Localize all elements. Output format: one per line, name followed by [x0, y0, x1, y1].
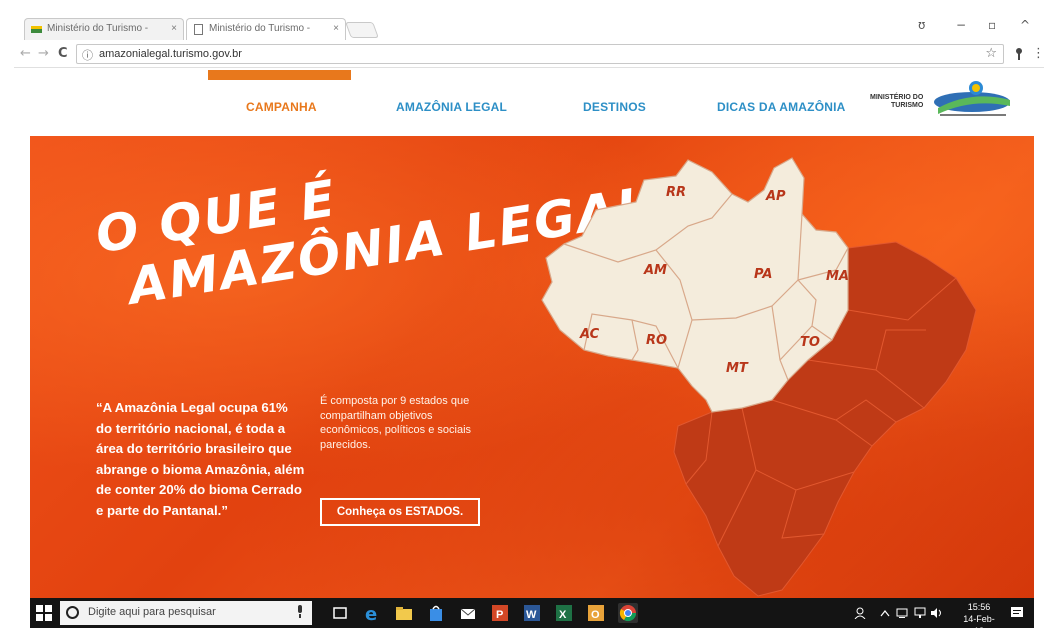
hero-description: É composta por 9 estados que compartilha…	[320, 395, 472, 451]
tab-close-icon[interactable]: ×	[171, 19, 177, 39]
ministry-line2: TURISMO	[891, 102, 924, 109]
clock-time: 15:56	[967, 602, 991, 612]
state-label-rr[interactable]: RR	[666, 185, 686, 200]
nav-campanha[interactable]: CAMPANHA	[246, 100, 317, 114]
svg-text:X: X	[559, 609, 567, 621]
state-label-ap[interactable]: AP	[765, 189, 786, 204]
new-tab-button[interactable]	[345, 22, 379, 38]
clock-date: 14-Feb-18	[963, 614, 995, 636]
cortana-icon	[66, 606, 79, 619]
browser-window: Ministério do Turismo - × Ministério do …	[0, 0, 1051, 636]
state-label-to[interactable]: TO	[800, 335, 820, 350]
taskbar-clock[interactable]: 15:56 14-Feb-18	[962, 601, 996, 637]
people-icon[interactable]	[854, 607, 866, 619]
user-icon[interactable]: ʊ	[918, 18, 925, 32]
brasil-logo[interactable]	[932, 78, 1014, 122]
svg-text:P: P	[496, 609, 503, 621]
menu-icon[interactable]: ⋮	[1032, 46, 1045, 61]
extension-icon[interactable]	[1014, 47, 1024, 61]
site-header: CAMPANHA AMAZÔNIA LEGAL DESTINOS DICAS D…	[14, 68, 1044, 136]
reload-icon[interactable]: C	[58, 46, 68, 61]
svg-text:e: e	[365, 604, 377, 623]
browser-toolbar: ← → C ⓘ amazonialegal.turismo.gov.br ☆ ⋮	[14, 42, 1045, 68]
mail-icon[interactable]	[458, 603, 478, 623]
outlook-icon[interactable]: O	[586, 603, 606, 623]
file-explorer-icon[interactable]	[394, 603, 414, 623]
info-icon[interactable]: ⓘ	[82, 47, 93, 63]
windows-start-icon[interactable]	[36, 605, 52, 621]
notifications-icon[interactable]	[1010, 606, 1024, 620]
windows-taskbar: Digite aqui para pesquisar e P W X O 15:…	[30, 598, 1034, 636]
amazonia-legal-map[interactable]: RR AP AM PA MA AC RO MT TO	[536, 150, 1034, 598]
tab-title: Ministério do Turismo -	[209, 23, 311, 34]
word-icon[interactable]: W	[522, 603, 542, 623]
nav-dicas-da-amazonia[interactable]: DICAS DA AMAZÔNIA	[717, 100, 846, 114]
site-favicon-icon	[31, 26, 42, 33]
taskbar-search-input[interactable]: Digite aqui para pesquisar	[60, 601, 312, 625]
close-window-button[interactable]: ^	[1020, 18, 1030, 32]
hero-quote: “A Amazônia Legal ocupa 61% do territóri…	[96, 400, 305, 518]
tray-chevron-up-icon[interactable]	[880, 609, 890, 617]
url-text[interactable]: amazonialegal.turismo.gov.br	[99, 48, 242, 60]
chrome-icon[interactable]	[618, 603, 638, 623]
state-label-mt[interactable]: MT	[726, 361, 749, 376]
hero-section: O QUE É AMAZÔNIA LEGAL “A Amazônia Legal…	[30, 136, 1034, 598]
excel-icon[interactable]: X	[554, 603, 574, 623]
edge-icon[interactable]: e	[362, 603, 382, 623]
know-states-button[interactable]: Conheça os ESTADOS.	[320, 498, 480, 526]
store-icon[interactable]	[426, 603, 446, 623]
nav-amazonia-legal[interactable]: AMAZÔNIA LEGAL	[396, 100, 507, 114]
task-view-icon[interactable]	[330, 603, 350, 623]
tab-close-icon[interactable]: ×	[333, 19, 339, 39]
volume-icon[interactable]	[930, 607, 944, 619]
state-label-pa[interactable]: PA	[754, 267, 772, 282]
forward-arrow-icon[interactable]: →	[38, 46, 49, 61]
ministry-label: MINISTÉRIO DO TURISMO	[870, 94, 923, 110]
back-arrow-icon[interactable]: ←	[20, 46, 31, 61]
display-icon[interactable]	[914, 607, 926, 619]
browser-tab-1[interactable]: Ministério do Turismo - ×	[24, 18, 184, 40]
browser-tab-2[interactable]: Ministério do Turismo - ×	[186, 18, 346, 40]
state-label-ma[interactable]: MA	[826, 269, 849, 284]
svg-text:O: O	[591, 609, 600, 621]
page-icon	[194, 24, 203, 35]
maximize-button[interactable]: ▫	[988, 18, 996, 32]
nav-destinos[interactable]: DESTINOS	[583, 100, 646, 114]
search-placeholder: Digite aqui para pesquisar	[88, 606, 216, 618]
tab-title: Ministério do Turismo -	[47, 23, 149, 34]
ministry-line1: MINISTÉRIO DO	[870, 94, 924, 101]
svg-text:W: W	[526, 609, 537, 621]
active-nav-indicator	[208, 70, 351, 80]
address-bar[interactable]: ⓘ amazonialegal.turismo.gov.br ☆	[76, 44, 1004, 64]
state-label-ac[interactable]: AC	[579, 327, 600, 342]
bookmark-star-icon[interactable]: ☆	[985, 46, 997, 61]
microphone-icon[interactable]	[296, 605, 304, 619]
powerpoint-icon[interactable]: P	[490, 603, 510, 623]
state-label-ro[interactable]: RO	[646, 333, 667, 348]
network-icon[interactable]	[896, 607, 908, 619]
minimize-button[interactable]: −	[956, 18, 966, 32]
state-label-am[interactable]: AM	[643, 263, 667, 278]
tab-strip: Ministério do Turismo - × Ministério do …	[14, 18, 1044, 40]
